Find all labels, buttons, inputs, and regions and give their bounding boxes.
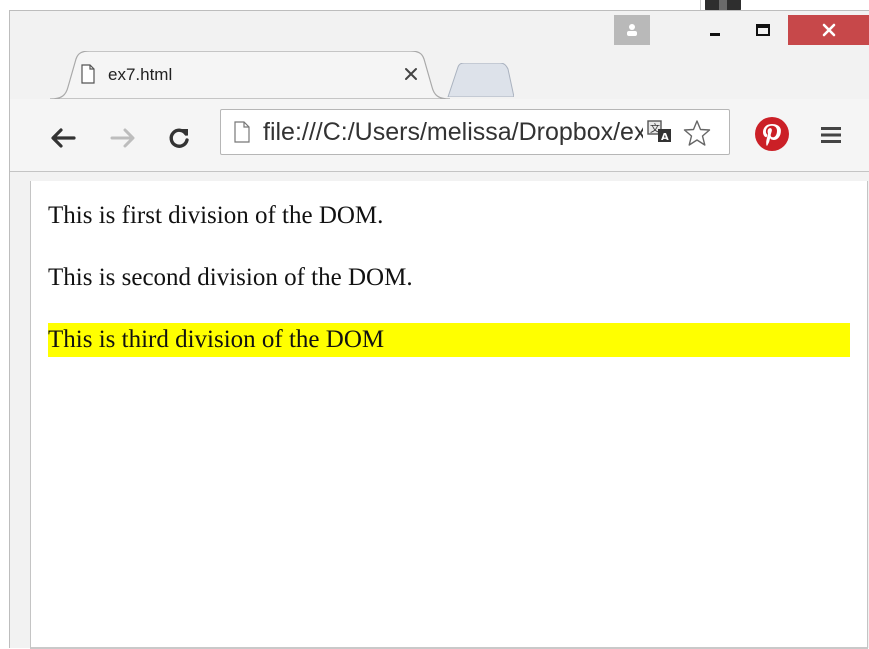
title-bar: ex7.html xyxy=(10,11,869,99)
browser-window: ex7.html file:///C:/Users/melissa/Dropbo… xyxy=(9,10,869,649)
page-icon xyxy=(81,64,95,84)
menu-button[interactable] xyxy=(816,120,846,150)
minimize-icon xyxy=(710,33,720,36)
tab-close-button[interactable] xyxy=(400,63,422,85)
new-tab-button[interactable] xyxy=(444,63,514,97)
profile-button[interactable] xyxy=(614,15,650,45)
star-icon[interactable] xyxy=(683,119,711,147)
url-text[interactable]: file:///C:/Users/melissa/Dropbox/ex7.htm… xyxy=(263,118,643,147)
maximize-icon xyxy=(756,24,770,36)
back-arrow-icon xyxy=(51,128,76,148)
tab-ex7[interactable]: ex7.html xyxy=(50,51,450,99)
reload-button[interactable] xyxy=(162,121,196,155)
page-viewport: This is first division of the DOM. This … xyxy=(30,181,868,649)
close-icon xyxy=(822,23,836,37)
first-division: This is first division of the DOM. xyxy=(48,202,384,229)
forward-button[interactable] xyxy=(106,121,140,155)
forward-arrow-icon xyxy=(110,128,135,148)
reload-icon xyxy=(169,128,189,148)
svg-text:A: A xyxy=(661,132,669,143)
toolbar: file:///C:/Users/melissa/Dropbox/ex7.htm… xyxy=(10,99,869,172)
second-division: This is second division of the DOM. xyxy=(48,264,413,291)
page-icon xyxy=(234,121,250,143)
close-icon xyxy=(405,68,417,80)
close-window-button[interactable] xyxy=(788,15,869,45)
back-button[interactable] xyxy=(46,121,80,155)
third-division-highlighted: This is third division of the DOM xyxy=(48,323,850,357)
hamburger-menu-icon xyxy=(821,127,841,143)
page-content: This is first division of the DOM. This … xyxy=(48,199,850,385)
person-icon xyxy=(627,24,637,36)
address-bar[interactable]: file:///C:/Users/melissa/Dropbox/ex7.htm… xyxy=(220,109,730,155)
minimize-button[interactable] xyxy=(692,15,738,45)
tab-title: ex7.html xyxy=(108,65,173,84)
translate-icon[interactable]: 文 A xyxy=(647,120,673,144)
maximize-button[interactable] xyxy=(740,15,786,45)
pinterest-icon[interactable] xyxy=(754,116,790,152)
